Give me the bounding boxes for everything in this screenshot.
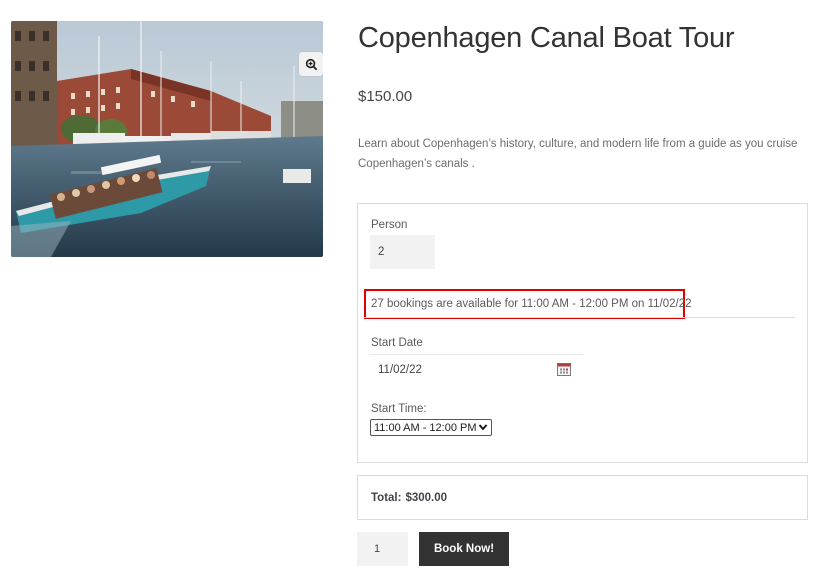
product-description: Learn about Copenhagen’s history, cultur… — [358, 138, 798, 170]
start-time-label: Start Time: — [371, 403, 427, 415]
booking-form: Person 2 27 bookings are available for 1… — [357, 203, 808, 463]
start-date-input[interactable]: 11/02/22 — [378, 364, 422, 376]
book-now-button[interactable]: Book Now! — [419, 532, 509, 566]
chevron-down-icon — [478, 424, 488, 431]
canal-photo — [11, 21, 323, 257]
start-date-label: Start Date — [371, 337, 423, 349]
zoom-in-button[interactable] — [299, 52, 323, 76]
quantity-input[interactable]: 1 — [357, 532, 408, 566]
start-time-select[interactable]: 11:00 AM - 12:00 PM — [370, 419, 492, 436]
zoom-in-icon — [305, 58, 317, 70]
quantity-value: 1 — [374, 543, 381, 555]
total-box: Total: $300.00 — [357, 475, 808, 520]
product-title: Copenhagen Canal Boat Tour — [358, 22, 735, 54]
total-value: $300.00 — [405, 491, 448, 504]
availability-notice: 27 bookings are available for 11:00 AM -… — [364, 289, 692, 319]
start-time-value: 11:00 AM - 12:00 PM — [374, 421, 477, 434]
person-label: Person — [371, 219, 408, 231]
total-label: Total: — [371, 491, 402, 504]
date-field-border — [370, 354, 583, 355]
person-input[interactable]: 2 — [370, 235, 435, 269]
product-image[interactable] — [11, 21, 323, 257]
calendar-icon[interactable] — [557, 362, 571, 376]
person-value: 2 — [378, 246, 385, 258]
divider — [364, 317, 795, 318]
product-price: $150.00 — [358, 88, 413, 105]
